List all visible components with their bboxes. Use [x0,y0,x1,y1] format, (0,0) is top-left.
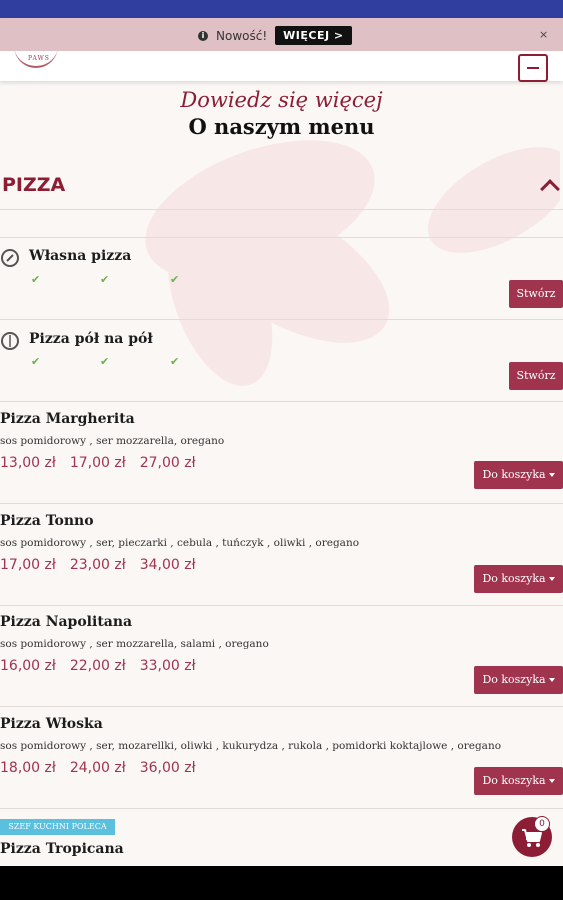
price: 24,00 zł [69,760,126,776]
price: 27,00 zł [139,455,196,471]
hero-subtitle: Dowiedz się więcej [180,88,383,112]
menu-item: Pizza Włoska sos pomidorowy , ser, mozar… [0,707,563,809]
check-icon: ✔ [31,355,41,368]
chef-recommends-badge: SZEF KUCHNI POLECA [0,819,115,835]
check-icon: ✔ [31,273,41,286]
caret-down-icon [548,473,555,477]
item-name: Pizza Margherita [0,411,135,427]
price-list: 18,00 zł 24,00 zł 36,00 zł [0,760,196,776]
create-button[interactable]: Stwórz [509,362,563,390]
add-to-cart-button[interactable]: Do koszyka [474,767,563,795]
caret-down-icon [548,577,555,581]
logo-text: PAWS [28,55,50,62]
caret-down-icon [548,678,555,682]
item-name: Pizza Tonno [0,513,94,529]
price-list: 16,00 zł 22,00 zł 33,00 zł [0,658,196,674]
menu-item: Pizza Margherita sos pomidorowy , ser mo… [0,402,563,504]
item-description: sos pomidorowy , ser, mozarellki, oliwki… [0,740,502,752]
price: 17,00 zł [0,557,56,573]
add-to-cart-button[interactable]: Do koszyka [474,666,563,694]
item-description: sos pomidorowy , ser mozzarella, salami … [0,638,269,650]
compass-icon [1,249,19,267]
custom-pizza-row: Własna pizza ✔ ✔ ✔ Stwórz [0,238,563,320]
price: 22,00 zł [69,658,126,674]
chevron-up-icon[interactable] [540,179,560,199]
price: 33,00 zł [139,658,196,674]
price-list: 17,00 zł 23,00 zł 34,00 zł [0,557,196,573]
check-icon: ✔ [170,273,180,286]
price: 18,00 zł [0,760,56,776]
custom-pizza-name: Pizza pół na pół [29,331,153,347]
half-pizza-icon [1,332,19,350]
item-name: Pizza Tropicana [0,841,124,857]
check-icon: ✔ [170,355,180,368]
notice-bar: i Nowość! WIĘCEJ > × [0,18,563,51]
hamburger-menu-button[interactable] [518,54,548,82]
price: 34,00 zł [139,557,196,573]
info-icon: i [198,30,208,41]
price: 16,00 zł [0,658,56,674]
cart-count-badge: 0 [534,816,550,832]
system-navigation-bar [0,866,563,900]
add-to-cart-label: Do koszyka [482,572,546,585]
price: 36,00 zł [139,760,196,776]
item-description: sos pomidorowy , ser, pieczarki , cebula… [0,537,360,549]
add-to-cart-label: Do koszyka [482,468,546,481]
check-icon: ✔ [100,273,110,286]
menu-item: Pizza Tonno sos pomidorowy , ser, piecza… [0,504,563,606]
custom-pizza-name: Własna pizza [29,248,132,264]
page-title: O naszym menu [188,114,375,139]
more-button[interactable]: WIĘCEJ > [275,26,352,45]
close-notice-button[interactable]: × [539,28,548,41]
item-name: Pizza Włoska [0,716,103,732]
notice-text: Nowość! [216,28,268,43]
menu-item: Pizza Napolitana sos pomidorowy , ser mo… [0,605,563,707]
item-name: Pizza Napolitana [0,614,133,630]
price: 23,00 zł [69,557,126,573]
custom-pizza-row: Pizza pół na pół ✔ ✔ ✔ Stwórz [0,320,563,402]
item-description: sos pomidorowy , ser mozzarella, oregano [0,435,225,447]
price-list: 13,00 zł 17,00 zł 27,00 zł [0,455,196,471]
category-title: PIZZA [2,174,66,196]
add-to-cart-label: Do koszyka [482,774,546,787]
add-to-cart-button[interactable]: Do koszyka [474,461,563,489]
add-to-cart-label: Do koszyka [482,673,546,686]
category-header-pizza[interactable]: PIZZA [0,168,563,210]
price: 17,00 zł [69,455,126,471]
caret-down-icon [548,779,555,783]
add-to-cart-button[interactable]: Do koszyka [474,565,563,593]
create-button[interactable]: Stwórz [509,280,563,308]
check-icon: ✔ [100,355,110,368]
status-bar [0,0,563,18]
price: 13,00 zł [0,455,56,471]
hamburger-icon [527,67,539,69]
